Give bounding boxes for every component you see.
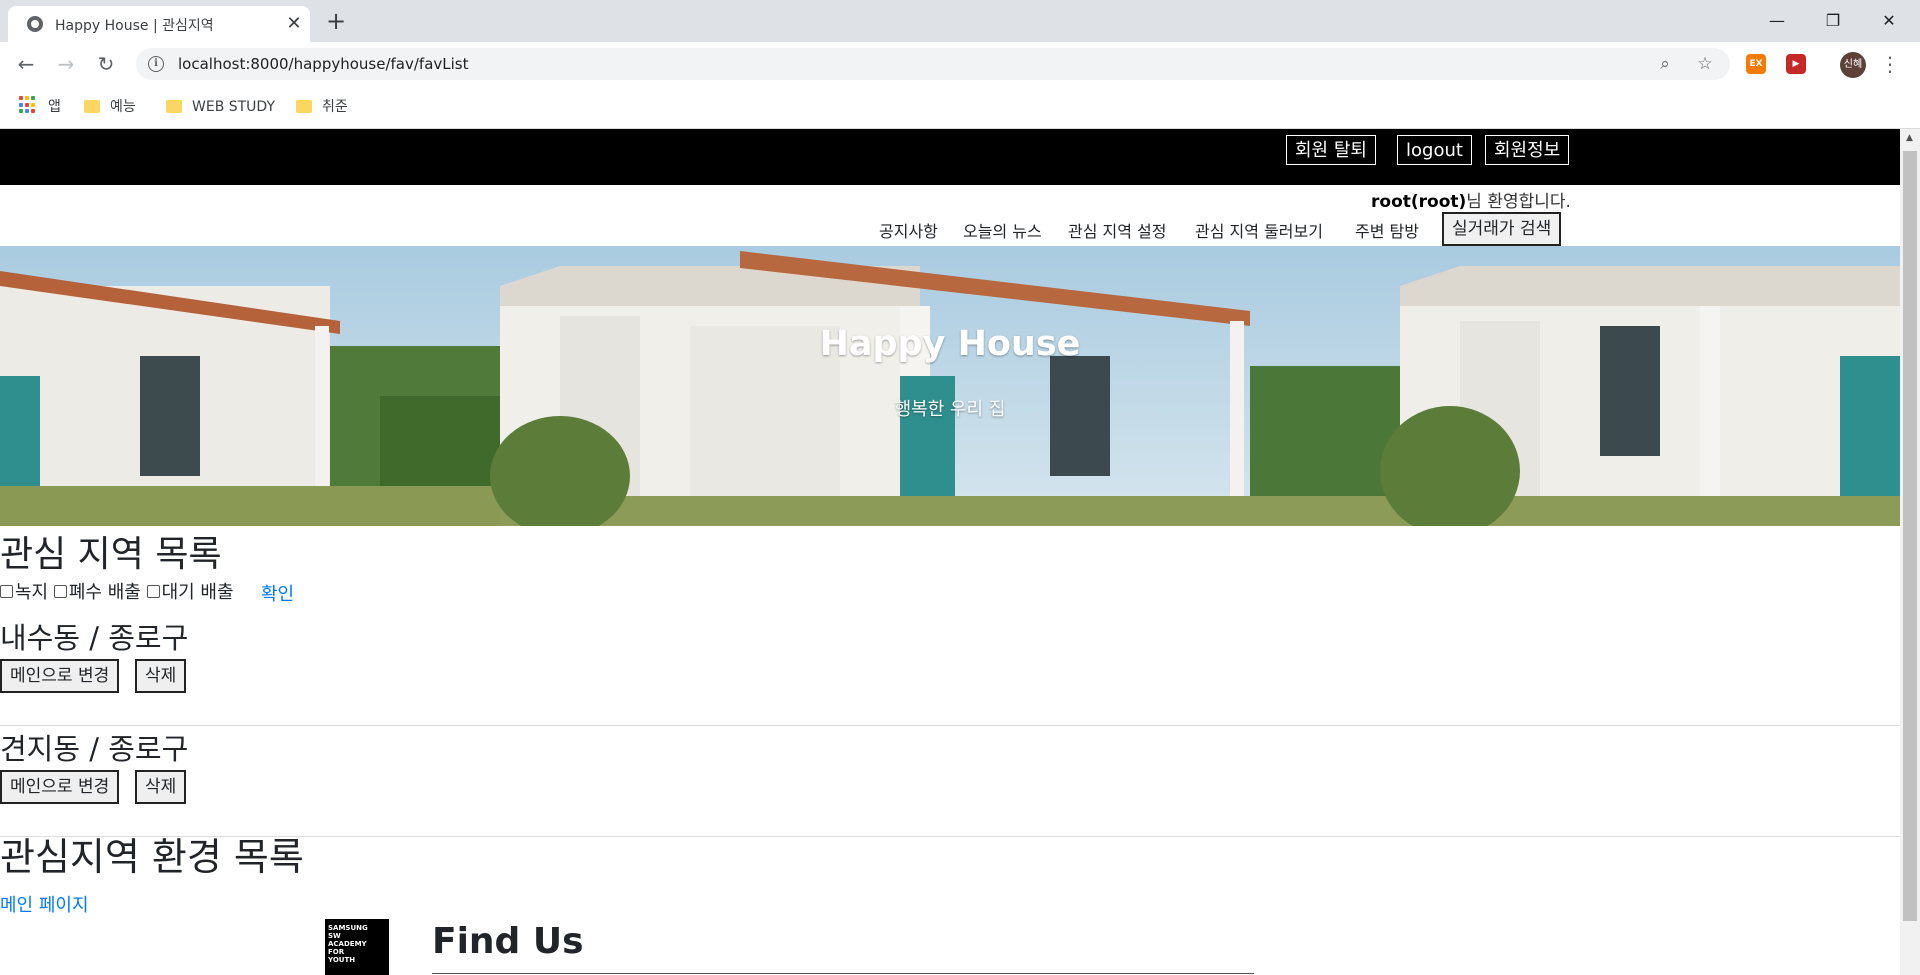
logo-line: FOR bbox=[328, 948, 345, 956]
bookmark-folder-job[interactable]: 취준 bbox=[296, 94, 348, 120]
env-heading: 관심지역 환경 목록 bbox=[0, 835, 304, 879]
member-info-button[interactable]: 회원정보 bbox=[1485, 135, 1570, 165]
new-tab-button[interactable]: + bbox=[322, 8, 350, 36]
close-window-icon[interactable]: ✕ bbox=[1866, 6, 1912, 36]
extension-play-icon[interactable]: ▶ bbox=[1786, 54, 1806, 74]
address-bar[interactable]: i localhost:8000/happyhouse/fav/favList … bbox=[136, 48, 1730, 80]
filter-green-label: 녹지 bbox=[15, 582, 49, 603]
welcome-message: root(root)님 환영합니다. bbox=[1371, 187, 1571, 212]
page-scrollbar[interactable]: ▲ bbox=[1900, 129, 1920, 975]
logo-line: ACADEMY bbox=[328, 940, 367, 948]
ssafy-logo: SAMSUNG SW ACADEMY FOR YOUTH bbox=[325, 919, 389, 975]
bookmark-label: 취준 bbox=[322, 99, 348, 115]
minimize-icon[interactable]: — bbox=[1754, 6, 1800, 36]
reload-icon[interactable]: ↻ bbox=[92, 50, 120, 78]
filter-air-label: 대기 배출 bbox=[161, 582, 234, 603]
fav-heading: 관심 지역 목록 bbox=[0, 534, 222, 575]
logout-button[interactable]: logout bbox=[1397, 135, 1472, 165]
find-us-heading: Find Us bbox=[432, 921, 584, 962]
hero-house-image bbox=[0, 246, 1900, 526]
fav-region-name: 내수동 / 종로구 bbox=[0, 621, 189, 655]
back-icon[interactable]: ← bbox=[12, 50, 40, 78]
close-tab-icon[interactable]: ✕ bbox=[284, 14, 304, 34]
nav-notice[interactable]: 공지사항 bbox=[879, 218, 938, 242]
top-nav-bar: 회원 탈퇴 logout 회원정보 bbox=[0, 129, 1900, 185]
main-page-link[interactable]: 메인 페이지 bbox=[0, 891, 89, 917]
delete-button[interactable]: 삭제 bbox=[135, 659, 187, 693]
fav-list-item: 내수동 / 종로구 메인으로 변경 삭제 bbox=[0, 615, 1900, 726]
extension-ex-icon[interactable]: EX bbox=[1746, 54, 1766, 74]
realtime-search-button[interactable]: 실거래가 검색 bbox=[1442, 212, 1562, 246]
tab-title: Happy House | 관심지역 bbox=[55, 18, 214, 34]
fav-list-item: 견지동 / 종로구 메인으로 변경 삭제 bbox=[0, 726, 1900, 837]
page-viewport: 회원 탈퇴 logout 회원정보 root(root)님 환영합니다. 공지사… bbox=[0, 129, 1900, 975]
bookmark-apps[interactable]: 앱 bbox=[48, 94, 61, 120]
bookmarks-bar: 앱 예능 WEB STUDY 취준 bbox=[0, 86, 1920, 129]
zoom-icon[interactable]: ⌕ bbox=[1654, 53, 1676, 75]
url-text[interactable]: localhost:8000/happyhouse/fav/favList bbox=[178, 55, 469, 73]
hero-title: Happy House bbox=[819, 324, 1081, 364]
logo-line: SAMSUNG bbox=[328, 924, 368, 932]
welcome-suffix: 님 환영합니다. bbox=[1466, 192, 1571, 212]
restore-icon[interactable]: ❐ bbox=[1810, 6, 1856, 36]
browser-tab[interactable]: Happy House | 관심지역 ✕ bbox=[8, 6, 310, 42]
logo-line: YOUTH bbox=[328, 956, 356, 964]
nav-news[interactable]: 오늘의 뉴스 bbox=[963, 218, 1042, 242]
bookmark-label: 앱 bbox=[48, 99, 61, 115]
withdraw-button[interactable]: 회원 탈퇴 bbox=[1286, 135, 1376, 165]
folder-icon bbox=[84, 100, 100, 113]
hero-banner bbox=[0, 246, 1900, 526]
set-main-button[interactable]: 메인으로 변경 bbox=[0, 659, 120, 693]
hero-subtitle: 행복한 우리 집 bbox=[894, 399, 1006, 420]
filter-wastewater-label: 폐수 배출 bbox=[68, 582, 141, 603]
find-us-divider bbox=[432, 973, 1254, 974]
filter-air-checkbox[interactable] bbox=[146, 585, 160, 598]
browser-tab-strip: Happy House | 관심지역 ✕ + — ❐ ✕ bbox=[0, 0, 1920, 42]
scroll-up-icon[interactable]: ▲ bbox=[1906, 133, 1913, 143]
logo-line: SW bbox=[328, 932, 341, 940]
filter-wastewater-checkbox[interactable] bbox=[53, 585, 67, 598]
env-filter-group: 녹지 폐수 배출 대기 배출 bbox=[0, 578, 234, 604]
bookmark-label: 예능 bbox=[110, 99, 136, 115]
profile-avatar[interactable]: 신혜 bbox=[1840, 52, 1866, 78]
filter-confirm-link[interactable]: 확인 bbox=[261, 580, 294, 606]
nav-fav-setting[interactable]: 관심 지역 설정 bbox=[1068, 218, 1167, 242]
apps-grid-icon[interactable] bbox=[19, 96, 37, 114]
set-main-button[interactable]: 메인으로 변경 bbox=[0, 770, 120, 804]
filter-green-checkbox[interactable] bbox=[0, 585, 13, 598]
bookmark-label: WEB STUDY bbox=[192, 99, 275, 115]
folder-icon bbox=[166, 100, 182, 113]
bookmark-star-icon[interactable]: ☆ bbox=[1694, 53, 1716, 75]
browser-menu-icon[interactable]: ⋮ bbox=[1880, 52, 1900, 78]
welcome-user: root(root) bbox=[1371, 192, 1467, 212]
folder-icon bbox=[296, 100, 312, 113]
nav-fav-browse[interactable]: 관심 지역 둘러보기 bbox=[1195, 218, 1323, 242]
delete-button[interactable]: 삭제 bbox=[135, 770, 187, 804]
globe-icon bbox=[27, 16, 43, 32]
nav-nearby[interactable]: 주변 탐방 bbox=[1355, 218, 1419, 242]
info-icon[interactable]: i bbox=[148, 56, 164, 72]
bookmark-folder-web-study[interactable]: WEB STUDY bbox=[166, 94, 275, 120]
browser-toolbar: ← → ↻ i localhost:8000/happyhouse/fav/fa… bbox=[0, 42, 1920, 86]
bookmark-folder-entertainment[interactable]: 예능 bbox=[84, 94, 136, 120]
scroll-thumb[interactable] bbox=[1903, 151, 1917, 921]
fav-region-name: 견지동 / 종로구 bbox=[0, 732, 189, 766]
forward-icon[interactable]: → bbox=[52, 50, 80, 78]
